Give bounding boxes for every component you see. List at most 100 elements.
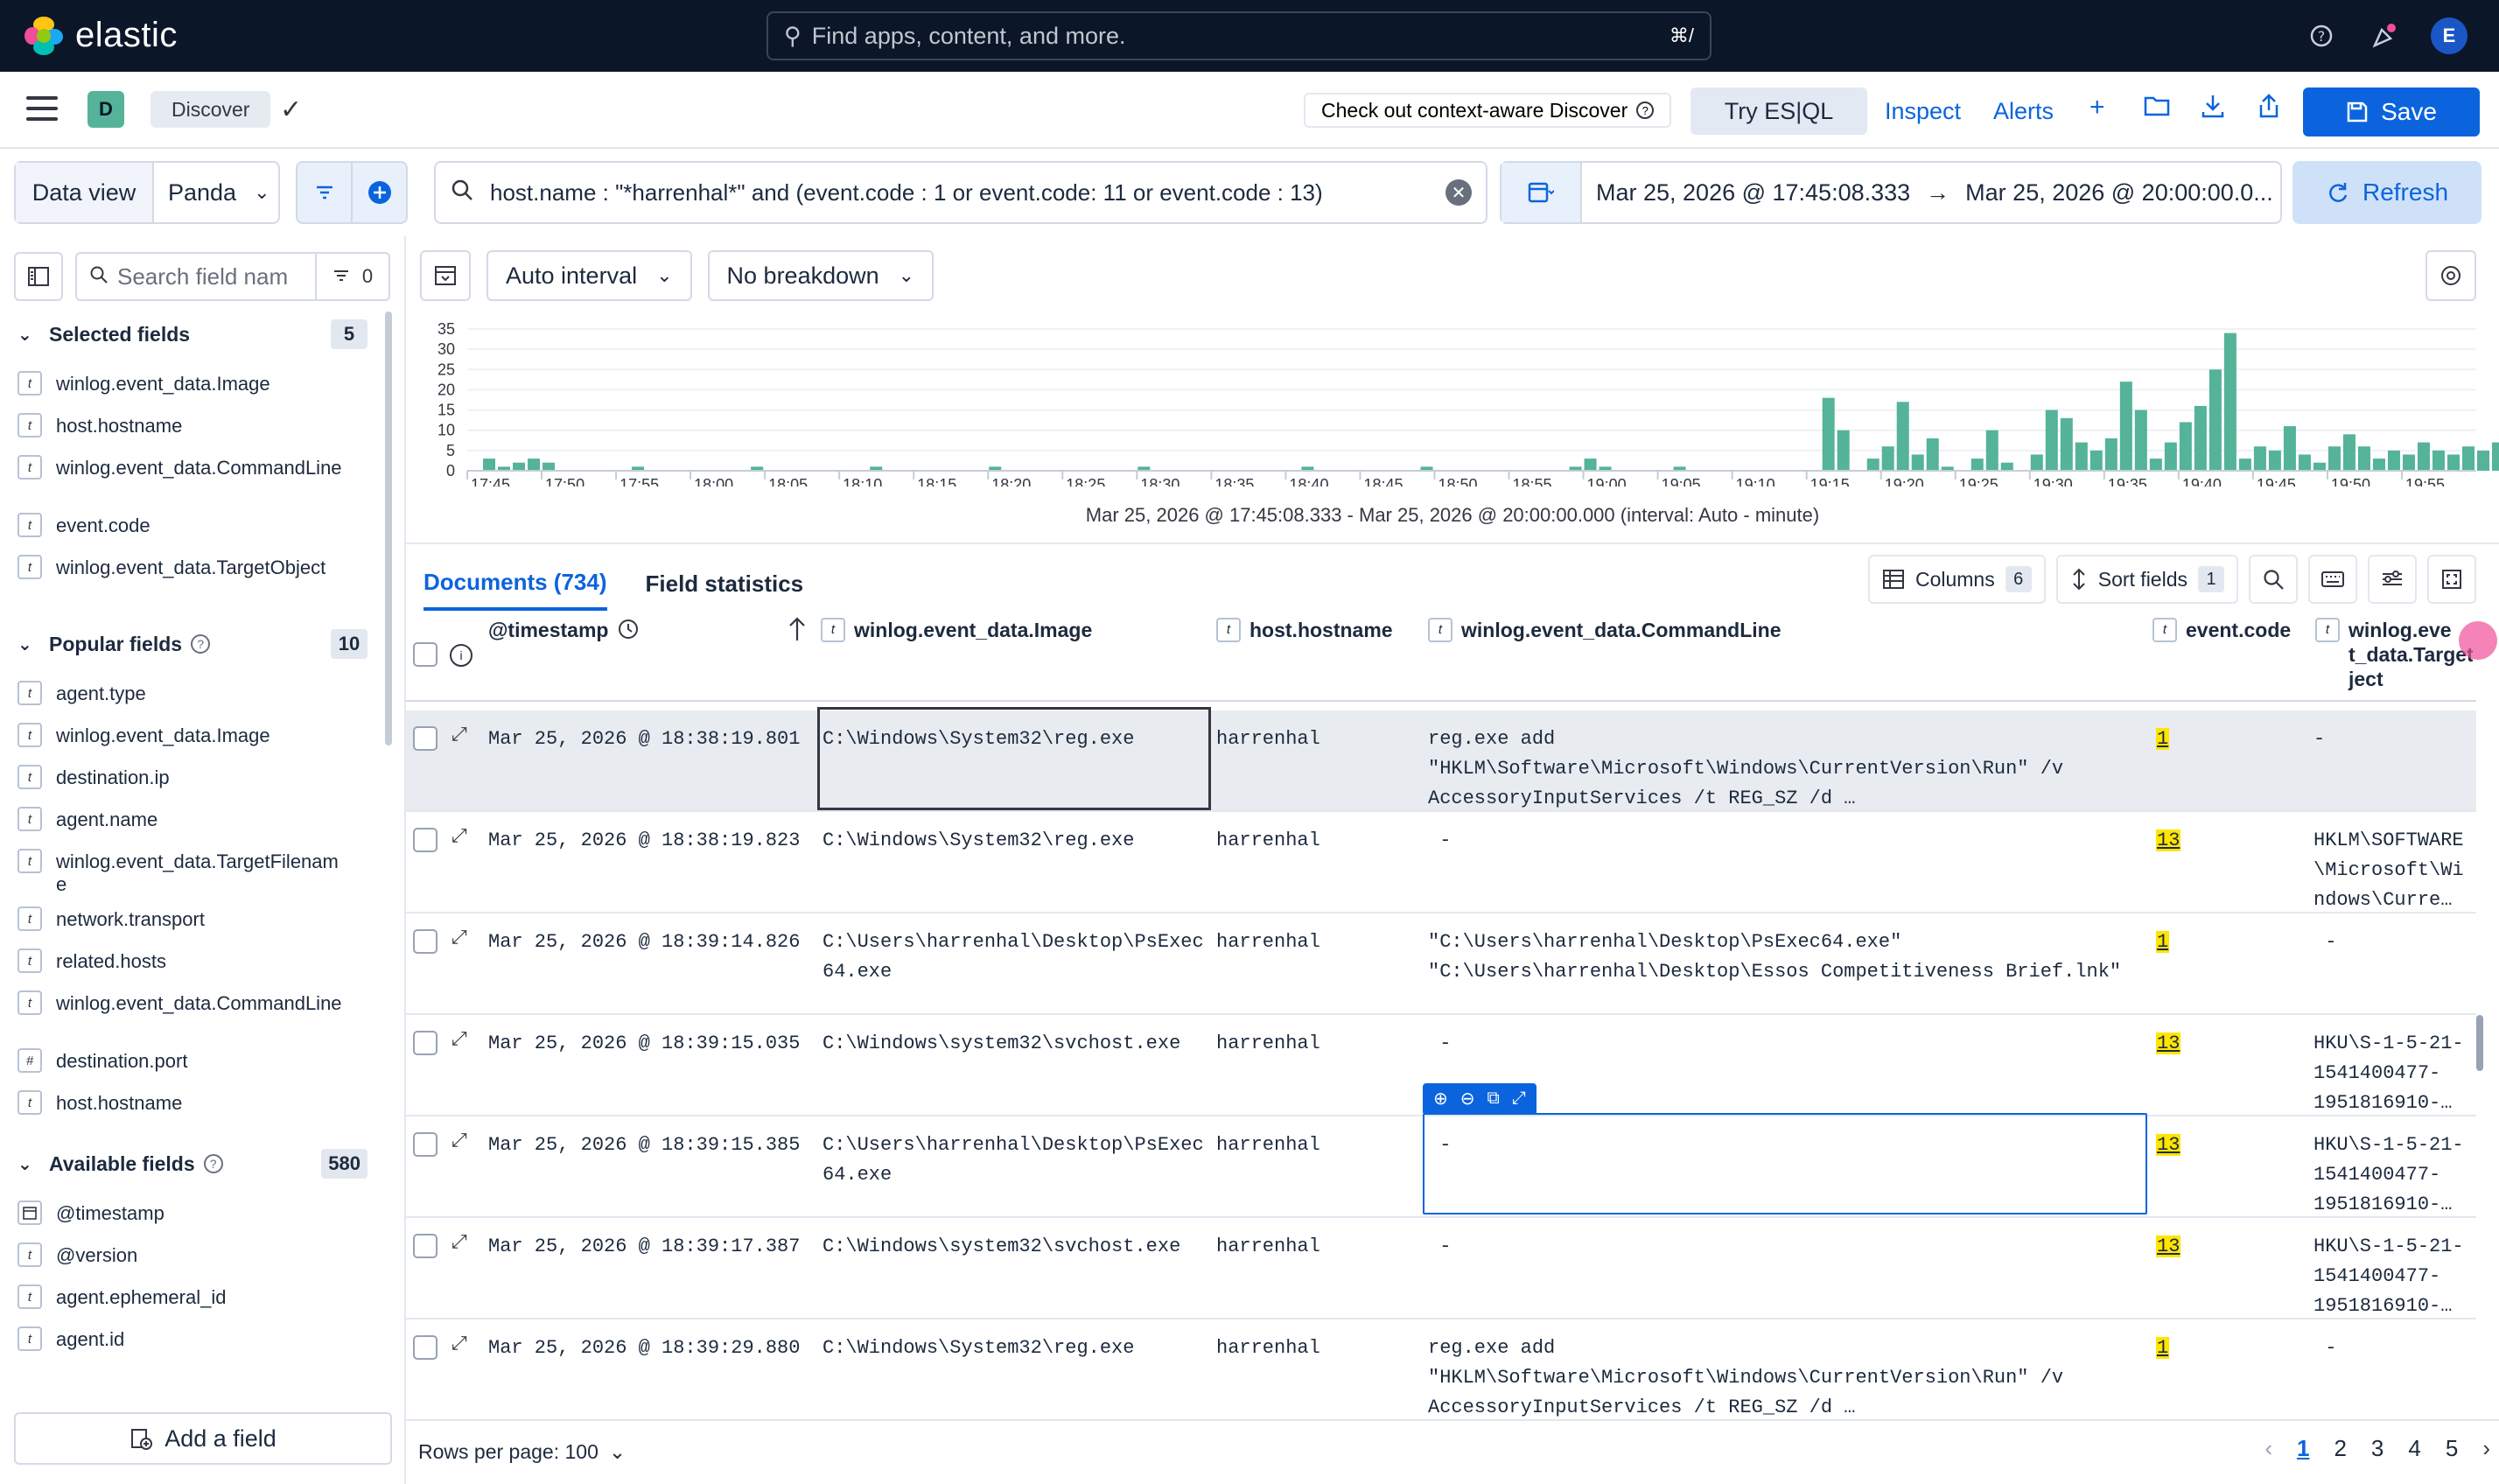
data-view-picker[interactable]: Data view Panda ⌄ <box>14 161 280 224</box>
try-esql-button[interactable]: Try ES|QL <box>1690 88 1867 135</box>
breadcrumb-discover[interactable]: Discover <box>150 91 271 128</box>
table-row[interactable]: ⤢ Mar 25, 2026 @ 18:39:14.826 C:\Users\har… <box>406 914 2476 1015</box>
copy-icon[interactable]: ⧉ <box>1488 1088 1500 1109</box>
calendar-icon[interactable] <box>1502 163 1582 222</box>
histogram-bar[interactable] <box>513 462 526 471</box>
field-item[interactable]: t destination.ip <box>18 765 368 789</box>
row-checkbox[interactable] <box>413 929 438 954</box>
columns-button[interactable]: Columns 6 <box>1867 555 2046 604</box>
share-icon[interactable] <box>2256 93 2282 126</box>
cell-commandline[interactable]: - <box>1428 1029 2146 1059</box>
inspect-button[interactable]: Inspect <box>1885 98 1961 125</box>
histogram-bar[interactable] <box>2194 405 2207 471</box>
filter-menu-icon[interactable] <box>298 163 353 222</box>
cell-image[interactable]: C:\Windows\System32\reg.exe <box>822 1334 1208 1363</box>
field-item[interactable]: t agent.type <box>18 681 368 705</box>
histogram-bar[interactable] <box>2075 442 2088 471</box>
histogram-bar[interactable] <box>1881 446 1894 471</box>
field-item[interactable]: t @version <box>18 1242 368 1267</box>
cell-event-code[interactable]: 1 <box>2156 928 2170 957</box>
cell-timestamp[interactable]: Mar 25, 2026 @ 18:39:14.826 <box>488 928 816 957</box>
histogram-bar[interactable] <box>2432 450 2445 471</box>
refresh-button[interactable]: Refresh <box>2292 161 2482 224</box>
expand-row-icon[interactable]: ⤢ <box>452 1027 467 1050</box>
histogram-bar[interactable] <box>2179 422 2192 471</box>
histogram-bar[interactable] <box>2134 410 2147 471</box>
histogram-bar[interactable] <box>1911 454 1924 471</box>
row-checkbox[interactable] <box>413 1335 438 1360</box>
cell-hostname[interactable]: harrenhal <box>1216 1029 1418 1059</box>
new-search-plus-icon[interactable]: + <box>2090 93 2105 122</box>
histogram-bar[interactable] <box>2268 450 2281 471</box>
histogram-bar[interactable] <box>2149 458 2162 471</box>
cell-target-object[interactable]: - <box>2314 1334 2476 1363</box>
page-link[interactable]: 3 <box>2371 1435 2384 1462</box>
clear-query-icon[interactable]: ✕ <box>1446 179 1472 206</box>
page-link[interactable]: 5 <box>2446 1435 2458 1462</box>
table-row[interactable]: ⤢ Mar 25, 2026 @ 18:39:17.387 C:\Windows\s… <box>406 1218 2476 1320</box>
popular-fields-section-header[interactable]: ⌄ Popular fields? 10 <box>18 626 368 662</box>
search-in-grid-icon[interactable] <box>2249 555 2298 604</box>
global-search-input[interactable]: ⚲ Find apps, content, and more. ⌘/ <box>766 11 1712 60</box>
sort-fields-button[interactable]: Sort fields 1 <box>2055 555 2238 604</box>
cell-hostname[interactable]: harrenhal <box>1216 724 1418 754</box>
histogram-bar[interactable] <box>2000 462 2013 471</box>
available-fields-section-header[interactable]: ⌄ Available fields? 580 <box>18 1146 368 1181</box>
histogram-bar[interactable] <box>2119 382 2132 471</box>
alerts-button[interactable]: Alerts <box>1993 98 2054 125</box>
cell-commandline[interactable]: reg.exe add "HKLM\Software\Microsoft\Wind… <box>1428 1334 2146 1423</box>
select-all-checkbox[interactable] <box>413 642 438 667</box>
histogram-bar[interactable] <box>542 462 556 471</box>
histogram-bar[interactable] <box>2461 446 2474 471</box>
histogram-bar[interactable] <box>2446 454 2460 471</box>
field-item[interactable]: t related.hosts <box>18 948 368 973</box>
histogram-bar[interactable] <box>1926 438 1939 471</box>
cell-timestamp[interactable]: Mar 25, 2026 @ 18:38:19.801 <box>488 724 816 754</box>
tab-field-statistics[interactable]: Field statistics <box>646 556 804 611</box>
save-button[interactable]: Save <box>2303 88 2480 136</box>
kql-query-input[interactable]: host.name : "*harrenhal*" and (event.cod… <box>434 161 1488 224</box>
cell-image[interactable]: C:\Windows\system32\svchost.exe <box>822 1232 1208 1262</box>
field-item[interactable]: t winlog.event_data.TargetObject <box>18 555 368 579</box>
histogram-bar[interactable] <box>2387 450 2400 471</box>
space-avatar[interactable]: D <box>88 91 124 128</box>
add-filter-icon[interactable] <box>353 163 406 222</box>
cell-target-object[interactable]: HKU\S-1-5-21- 1541400477- 1951816910-… <box>2314 1029 2476 1118</box>
histogram-bar[interactable] <box>2253 446 2266 471</box>
expand-row-icon[interactable]: ⤢ <box>452 723 467 746</box>
histogram-bar[interactable] <box>2104 438 2118 471</box>
cell-target-object[interactable]: HKU\S-1-5-21- 1541400477- 1951816910-… <box>2314 1232 2476 1321</box>
interval-select[interactable]: Auto interval ⌄ <box>486 250 692 301</box>
histogram-bar[interactable] <box>2283 426 2296 471</box>
breakdown-select[interactable]: No breakdown ⌄ <box>707 250 934 301</box>
previous-page-icon[interactable]: ‹ <box>2264 1435 2272 1462</box>
selected-fields-section-header[interactable]: ⌄ Selected fields 5 <box>18 317 368 352</box>
histogram-bar[interactable] <box>2417 442 2430 471</box>
cell-hostname[interactable]: harrenhal <box>1216 826 1418 856</box>
cell-event-code[interactable]: 13 <box>2156 1130 2181 1160</box>
row-checkbox[interactable] <box>413 1132 438 1157</box>
expand-row-icon[interactable]: ⤢ <box>452 926 467 948</box>
cell-hostname[interactable]: harrenhal <box>1216 928 1418 957</box>
histogram-bar[interactable] <box>1866 458 1880 471</box>
open-folder-icon[interactable] <box>2144 93 2170 124</box>
histogram-bar[interactable] <box>483 458 496 471</box>
elastic-logo[interactable]: elastic <box>24 16 178 55</box>
date-end[interactable]: Mar 25, 2026 @ 20:00:00.0... <box>1965 179 2273 206</box>
fullscreen-icon[interactable] <box>2427 555 2476 604</box>
row-checkbox[interactable] <box>413 726 438 751</box>
cell-hostname[interactable]: harrenhal <box>1216 1130 1418 1160</box>
table-row[interactable]: ⤢ Mar 25, 2026 @ 18:38:19.801 C:\Windows\S… <box>406 710 2476 812</box>
histogram-bar[interactable] <box>2298 454 2311 471</box>
histogram-bar[interactable] <box>2477 450 2490 471</box>
display-settings-icon[interactable] <box>2368 555 2417 604</box>
cell-timestamp[interactable]: Mar 25, 2026 @ 18:38:19.823 <box>488 826 816 856</box>
field-item[interactable]: t winlog.event_data.CommandLine <box>18 990 368 1015</box>
cell-target-object[interactable]: HKU\S-1-5-21- 1541400477- 1951816910-… <box>2314 1130 2476 1220</box>
next-page-icon[interactable]: › <box>2482 1435 2490 1462</box>
histogram-bar[interactable] <box>2342 434 2356 471</box>
cell-event-code[interactable]: 1 <box>2156 1334 2170 1363</box>
expand-row-icon[interactable]: ⤢ <box>452 1332 467 1354</box>
help-icon[interactable]: ? <box>2305 19 2338 52</box>
field-item[interactable]: t agent.name <box>18 807 368 831</box>
